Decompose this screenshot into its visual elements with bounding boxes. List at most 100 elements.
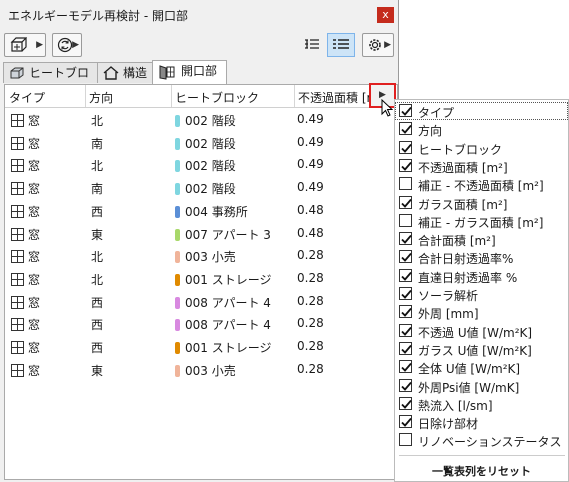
heatblock-text: 007 アパート 3 — [185, 227, 271, 242]
heatblock-cell: 003 小売 — [175, 248, 236, 265]
table-row[interactable]: 窓 北 003 小売 0.28 — [5, 244, 397, 266]
column-header-heatblock[interactable]: ヒートブロック — [175, 89, 259, 106]
heatblock-color-swatch — [175, 205, 180, 218]
opaque-area-cell: 0.49 — [297, 180, 324, 195]
menu-item-column-toggle[interactable]: 合計日射透過率% — [395, 248, 568, 266]
opaque-area-cell: 0.28 — [297, 316, 324, 331]
checkbox[interactable] — [399, 433, 412, 447]
settings-button[interactable]: ▶ — [362, 33, 394, 57]
menu-item-column-toggle[interactable]: ヒートブロック — [395, 139, 568, 157]
heatblock-cell: 003 小売 — [175, 362, 236, 379]
tree-view-button[interactable] — [298, 33, 326, 57]
menu-item-column-toggle[interactable]: 外周Psi値 [W/mK] — [395, 377, 568, 395]
checkbox[interactable] — [399, 158, 412, 172]
table-row[interactable]: 窓 北 002 階段 0.49 — [5, 153, 397, 175]
type-cell: 窓 — [11, 226, 40, 243]
type-cell: 窓 — [11, 135, 40, 152]
menu-item-column-toggle[interactable]: 全体 U値 [W/m²K] — [395, 358, 568, 376]
checkbox[interactable] — [399, 140, 412, 154]
checkmark-icon — [401, 125, 412, 135]
checkbox[interactable] — [399, 213, 412, 227]
checkbox[interactable] — [399, 195, 412, 209]
menu-item-column-toggle[interactable]: 不透過面積 [m²] — [395, 157, 568, 175]
list-view-button[interactable] — [327, 33, 355, 57]
checkmark-icon — [401, 235, 412, 244]
checkbox[interactable] — [399, 341, 412, 355]
menu-item-column-toggle[interactable]: 熱流入 [l/sm] — [395, 395, 568, 413]
table-row[interactable]: 窓 西 004 事務所 0.48 — [5, 199, 397, 221]
heatblock-cell: 002 階段 — [175, 135, 236, 152]
checkbox[interactable] — [399, 287, 412, 300]
checkbox[interactable] — [399, 177, 412, 191]
refresh-button[interactable]: ▶ — [52, 33, 82, 57]
heatblock-cell: 008 アパート 4 — [175, 294, 271, 311]
heatblock-cell: 007 アパート 3 — [175, 226, 271, 243]
column-divider[interactable] — [294, 85, 295, 107]
tab-structure[interactable]: 構造 — [97, 62, 153, 83]
menu-item-label: ガラス面積 [m²] — [418, 197, 508, 212]
menu-item-column-toggle[interactable]: ガラス U値 [W/m²K] — [395, 340, 568, 358]
menu-item-column-toggle[interactable]: タイプ — [395, 102, 568, 120]
heatblock-color-swatch — [175, 137, 180, 150]
table-row[interactable]: 窓 西 008 アパート 4 0.28 — [5, 312, 397, 334]
tab-heatblock[interactable]: ヒートブロック — [3, 62, 98, 100]
table-row[interactable]: 窓 西 001 ストレージ 0.28 — [5, 335, 397, 357]
menu-item-column-toggle[interactable]: リノベーションステータス — [395, 431, 568, 449]
checkbox[interactable] — [399, 323, 412, 337]
checkmark-icon — [401, 326, 412, 336]
heatblock-color-swatch — [175, 115, 180, 127]
column-header-direction[interactable]: 方向 — [89, 89, 113, 106]
column-divider[interactable] — [85, 85, 86, 107]
checkbox[interactable] — [399, 122, 412, 136]
type-text: 窓 — [28, 318, 41, 333]
tab-openings[interactable]: 開口部 — [152, 60, 227, 85]
table-row[interactable]: 窓 西 008 アパート 4 0.28 — [5, 290, 397, 312]
table-row[interactable]: 窓 東 007 アパート 3 0.48 — [5, 222, 397, 244]
type-text: 窓 — [28, 182, 41, 197]
menu-item-label: ガラス U値 [W/m²K] — [418, 343, 532, 358]
checkbox[interactable] — [399, 415, 412, 429]
menu-item-column-toggle[interactable]: 方向 — [395, 120, 568, 138]
close-button[interactable]: x — [377, 7, 394, 23]
checkbox[interactable] — [399, 232, 412, 246]
table-header: タイプ 方向 ヒートブロック 不透過面積 [m² — [5, 85, 397, 108]
menu-item-column-toggle[interactable]: ガラス面積 [m²] — [395, 194, 568, 212]
checkbox[interactable] — [399, 268, 412, 282]
model-view-button[interactable]: ▶ — [4, 33, 46, 57]
checkbox[interactable] — [399, 250, 412, 264]
heatblock-color-swatch — [175, 251, 180, 264]
menu-item-label: 合計面積 [m²] — [418, 234, 496, 249]
type-cell: 窓 — [11, 112, 40, 129]
reset-columns-button[interactable]: 一覧表列をリセット — [395, 463, 568, 479]
table-row[interactable]: 窓 北 002 階段 0.49 — [5, 108, 397, 130]
menu-item-column-toggle[interactable]: 外周 [mm] — [395, 303, 568, 321]
table-row[interactable]: 窓 東 003 小売 0.28 — [5, 358, 397, 380]
checkbox[interactable] — [399, 396, 412, 410]
checkbox[interactable] — [399, 378, 412, 392]
window-icon — [11, 159, 24, 173]
heatblock-cell: 001 ストレージ — [175, 339, 271, 356]
window-icon — [11, 204, 24, 218]
menu-item-column-toggle[interactable]: 合計面積 [m²] — [395, 230, 568, 248]
window-icon — [11, 114, 24, 127]
menu-item-column-toggle[interactable]: 補正 - 不透過面積 [m²] — [395, 175, 568, 193]
heatblock-cell: 004 事務所 — [175, 203, 248, 220]
type-cell: 窓 — [11, 203, 40, 220]
column-divider[interactable] — [171, 85, 172, 107]
window-icon — [11, 318, 24, 332]
menu-item-column-toggle[interactable]: 補正 - ガラス面積 [m²] — [395, 212, 568, 230]
menu-item-column-toggle[interactable]: 不透過 U値 [W/m²K] — [395, 322, 568, 340]
type-text: 窓 — [28, 295, 41, 310]
table-row[interactable]: 窓 南 002 階段 0.49 — [5, 176, 397, 198]
menu-item-column-toggle[interactable]: ソーラ解析 — [395, 285, 568, 303]
direction-cell: 東 — [91, 363, 104, 378]
menu-item-column-toggle[interactable]: 日除け部材 — [395, 413, 568, 431]
checkbox[interactable] — [399, 104, 412, 117]
checkbox[interactable] — [399, 305, 412, 319]
menu-item-column-toggle[interactable]: 直達日射透過率 % — [395, 267, 568, 285]
checkbox[interactable] — [399, 360, 412, 374]
table-row[interactable]: 窓 南 002 階段 0.49 — [5, 131, 397, 153]
column-header-type[interactable]: タイプ — [9, 89, 45, 106]
menu-item-label: 全体 U値 [W/m²K] — [418, 362, 521, 377]
table-row[interactable]: 窓 北 001 ストレージ 0.28 — [5, 267, 397, 289]
